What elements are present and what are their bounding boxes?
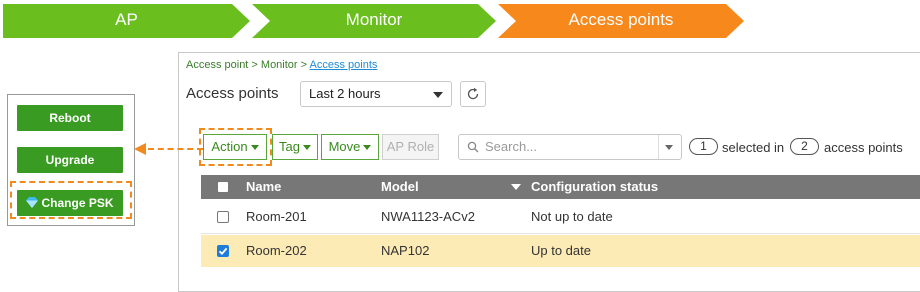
page-title: Access points bbox=[186, 85, 279, 102]
checkmark-icon bbox=[218, 247, 228, 256]
table-row[interactable]: Room-201 NWA1123-ACv2 Not up to date bbox=[201, 201, 920, 234]
total-count-badge: 2 bbox=[790, 138, 819, 155]
step-access-points[interactable]: Access points bbox=[508, 0, 734, 40]
callout-arrow-line bbox=[148, 148, 203, 150]
column-configuration-status[interactable]: Configuration status bbox=[531, 175, 658, 199]
chevron-down-icon bbox=[363, 145, 372, 151]
chevron-down-icon bbox=[302, 145, 311, 151]
reboot-button[interactable]: Reboot bbox=[17, 105, 123, 131]
chevron-down-icon bbox=[665, 145, 673, 150]
refresh-icon bbox=[467, 87, 479, 100]
search-input[interactable]: Search... bbox=[458, 134, 682, 160]
row-name: Room-201 bbox=[246, 209, 307, 224]
breadcrumb-access-point[interactable]: Access point > bbox=[186, 59, 258, 71]
selected-count-badge: 1 bbox=[689, 138, 718, 155]
breadcrumb: Access point > Monitor > Access points bbox=[186, 59, 377, 71]
row-checkbox[interactable] bbox=[217, 211, 229, 223]
row-checkbox[interactable] bbox=[217, 245, 229, 257]
access-points-panel: Access point > Monitor > Access points A… bbox=[178, 52, 920, 292]
refresh-button[interactable] bbox=[460, 81, 486, 107]
action-highlight bbox=[199, 128, 272, 166]
time-range-value: Last 2 hours bbox=[309, 86, 381, 101]
search-icon bbox=[467, 141, 479, 153]
breadcrumb-access-points[interactable]: Access points bbox=[310, 59, 378, 71]
ap-role-label: AP Role bbox=[386, 139, 435, 154]
breadcrumb-monitor[interactable]: Monitor > bbox=[261, 59, 307, 71]
select-all-checkbox[interactable] bbox=[217, 181, 229, 193]
selected-in-text: selected in bbox=[722, 140, 785, 155]
table-header: Name Model Configuration status bbox=[201, 175, 920, 199]
step-ap[interactable]: AP bbox=[3, 0, 250, 40]
chevron-down-icon bbox=[433, 92, 443, 98]
upgrade-button[interactable]: Upgrade bbox=[17, 147, 123, 173]
row-config-status: Not up to date bbox=[531, 209, 613, 224]
row-model: NWA1123-ACv2 bbox=[381, 209, 475, 224]
ap-role-button[interactable]: AP Role bbox=[382, 134, 439, 160]
time-range-select[interactable]: Last 2 hours bbox=[300, 81, 452, 107]
row-config-status: Up to date bbox=[531, 243, 591, 258]
tag-label: Tag bbox=[279, 139, 300, 154]
move-button[interactable]: Move bbox=[321, 134, 379, 160]
column-model[interactable]: Model bbox=[381, 175, 419, 199]
search-placeholder: Search... bbox=[485, 139, 538, 154]
row-name: Room-202 bbox=[246, 243, 307, 258]
step-monitor[interactable]: Monitor bbox=[262, 0, 486, 40]
sort-desc-icon[interactable] bbox=[511, 184, 521, 190]
tag-button[interactable]: Tag bbox=[272, 134, 318, 160]
row-model: NAP102 bbox=[381, 243, 430, 258]
callout-arrow-head bbox=[134, 143, 146, 155]
column-name[interactable]: Name bbox=[246, 175, 281, 199]
step-progress-bar: AP Monitor Access points bbox=[0, 0, 920, 40]
move-label: Move bbox=[328, 139, 361, 154]
change-psk-highlight bbox=[10, 181, 132, 219]
table-row[interactable]: Room-202 NAP102 Up to date bbox=[201, 235, 920, 267]
access-points-text: access points bbox=[824, 140, 903, 155]
search-dropdown-toggle[interactable] bbox=[658, 135, 681, 159]
